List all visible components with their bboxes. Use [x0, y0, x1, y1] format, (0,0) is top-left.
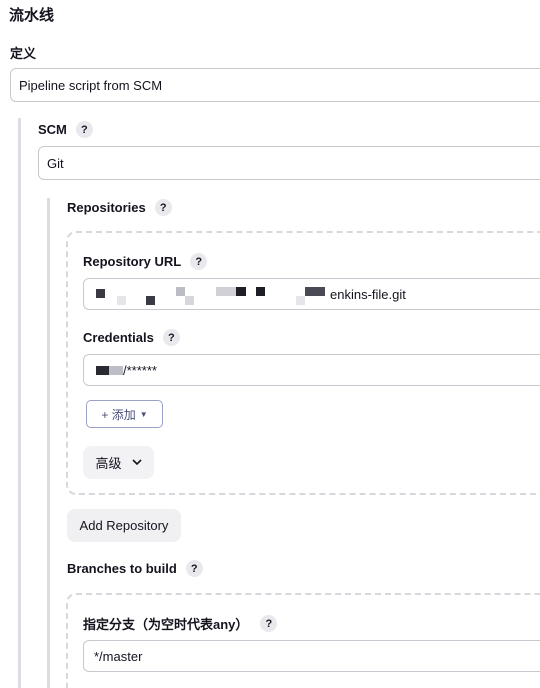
chevron-down-icon [131, 459, 142, 466]
branch-spec-value: */master [94, 648, 143, 664]
repository-url-input[interactable]: enkins-file.git [83, 278, 540, 310]
credentials-select[interactable]: /****** [83, 354, 540, 386]
section-title-pipeline: 流水线 [9, 7, 55, 24]
definition-label: 定义 [10, 43, 36, 62]
credentials-value-suffix: /****** [123, 363, 157, 378]
repository-url-help-icon[interactable]: ? [190, 253, 208, 270]
repository-url-label-text: Repository URL [83, 254, 182, 269]
add-repository-button-label: Add Repository [79, 518, 169, 533]
credentials-help-icon[interactable]: ? [162, 329, 180, 346]
branch-spec-help-icon[interactable]: ? [260, 615, 278, 632]
repositories-label: Repositories ? [67, 199, 172, 216]
add-credentials-button-label: + 添加 [101, 407, 136, 422]
advanced-button[interactable]: 高级 [83, 446, 154, 479]
repository-url-label: Repository URL ? [83, 253, 208, 270]
scm-help-icon[interactable]: ? [75, 121, 93, 138]
add-credentials-button[interactable]: + 添加 ▼ [86, 400, 163, 428]
repositories-label-text: Repositories [67, 200, 146, 215]
branches-help-icon[interactable]: ? [185, 560, 203, 577]
add-repository-button[interactable]: Add Repository [67, 509, 181, 542]
credentials-label-text: Credentials [83, 330, 154, 345]
definition-select-value: Pipeline script from SCM [19, 77, 163, 93]
branch-spec-label-text: 指定分支（为空时代表any） [83, 617, 249, 632]
branch-spec-label: 指定分支（为空时代表any） ? [83, 614, 278, 633]
nesting-line-git [47, 198, 50, 688]
credentials-label: Credentials ? [83, 329, 180, 346]
caret-down-icon: ▼ [139, 409, 148, 419]
credentials-mask-2 [109, 366, 123, 375]
repository-url-mask-8 [256, 287, 265, 296]
branches-label: Branches to build ? [67, 560, 203, 577]
repository-url-mask-4 [176, 287, 185, 296]
scm-label: SCM ? [38, 121, 93, 138]
scm-select-value: Git [47, 155, 64, 171]
definition-select[interactable]: Pipeline script from SCM [10, 68, 540, 102]
repository-url-value-suffix: enkins-file.git [330, 287, 406, 302]
repositories-help-icon[interactable]: ? [154, 199, 172, 216]
credentials-mask-1 [96, 366, 109, 375]
scm-label-text: SCM [38, 122, 67, 137]
repository-url-mask-2 [117, 296, 126, 305]
definition-label-text: 定义 [10, 46, 37, 61]
repository-url-mask-6 [216, 287, 236, 296]
advanced-button-label: 高级 [95, 456, 122, 471]
branches-label-text: Branches to build [67, 561, 177, 576]
repository-url-mask-5 [185, 296, 194, 305]
repository-url-mask-9 [296, 296, 305, 305]
repository-url-mask-7 [236, 287, 246, 296]
repository-url-mask-3 [146, 296, 155, 305]
repository-url-mask-1 [96, 289, 105, 298]
scm-select[interactable]: Git [38, 146, 540, 180]
branch-spec-input[interactable]: */master [83, 640, 540, 672]
repository-url-mask-10 [305, 287, 325, 296]
nesting-line-scm [18, 118, 21, 688]
